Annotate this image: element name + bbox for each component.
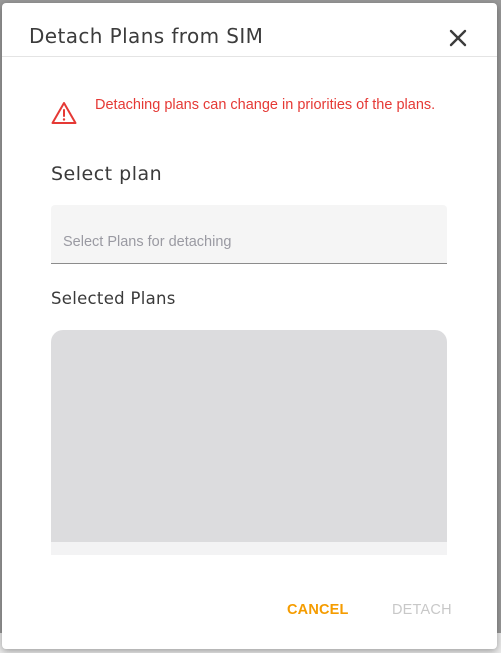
select-plans-field[interactable] — [51, 205, 447, 264]
select-plan-label: Select plan — [51, 163, 163, 185]
close-icon — [449, 29, 467, 47]
dialog-title: Detach Plans from SIM — [29, 24, 264, 48]
detach-button[interactable]: DETACH — [392, 602, 452, 618]
cancel-button[interactable]: CANCEL — [287, 602, 349, 618]
close-button[interactable] — [442, 23, 474, 55]
selected-plans-label: Selected Plans — [51, 289, 176, 308]
detach-plans-dialog: Detach Plans from SIM Detaching plans ca… — [2, 3, 497, 649]
warning-text: Detaching plans can change in priorities… — [95, 97, 436, 113]
dialog-header: Detach Plans from SIM — [2, 3, 497, 57]
warning-triangle-icon — [51, 102, 77, 124]
select-plans-input[interactable] — [51, 205, 447, 263]
selected-plans-list — [51, 330, 447, 542]
selected-plans-list-footer — [51, 542, 447, 555]
